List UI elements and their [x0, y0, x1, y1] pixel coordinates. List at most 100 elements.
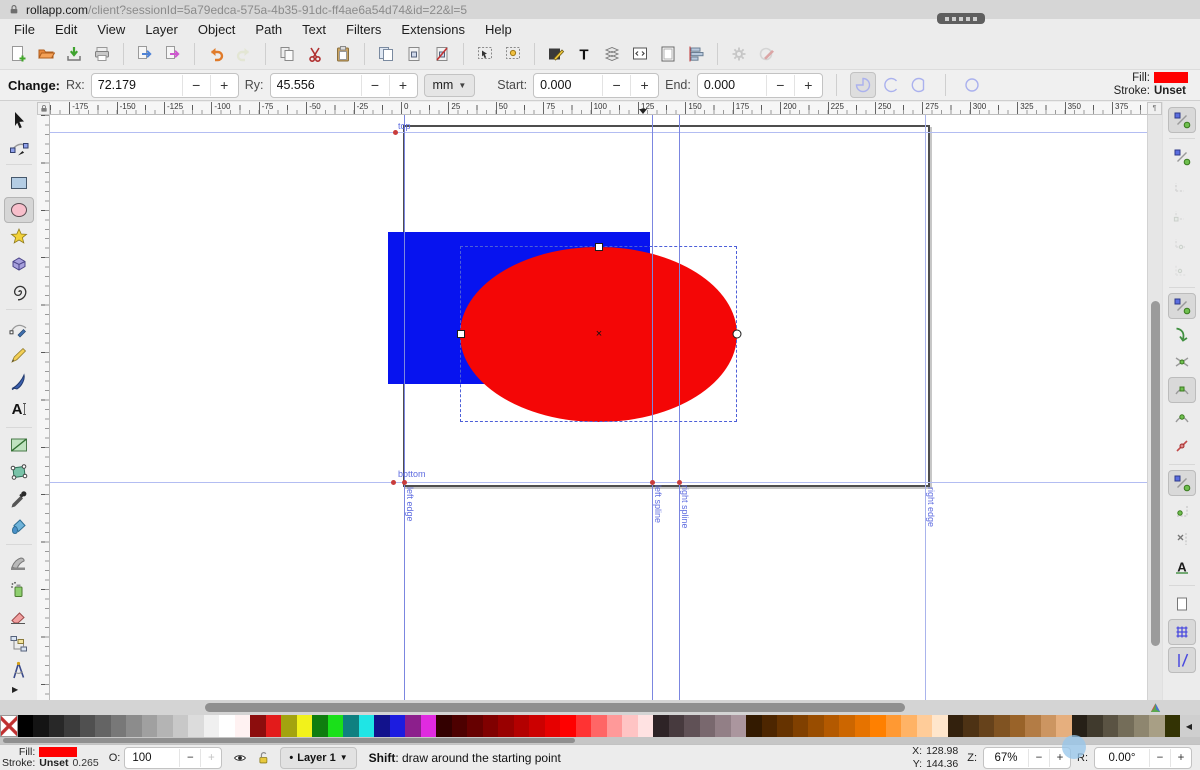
- ellipse-top-handle[interactable]: [595, 243, 603, 251]
- star-tool[interactable]: [4, 225, 34, 250]
- palette-swatch[interactable]: [250, 715, 266, 737]
- snap-bbox-edge-midpoints-button[interactable]: [1168, 228, 1196, 254]
- palette-swatch[interactable]: [421, 715, 437, 737]
- palette-swatch[interactable]: [1149, 715, 1165, 737]
- palette-swatch[interactable]: [1010, 715, 1026, 737]
- palette-swatch[interactable]: [994, 715, 1010, 737]
- clone-button[interactable]: [401, 41, 427, 67]
- palette-swatch[interactable]: [173, 715, 189, 737]
- guide-right-edge[interactable]: [925, 115, 926, 700]
- dropper-tool[interactable]: [4, 487, 34, 512]
- mesh-gradient-tool[interactable]: [4, 460, 34, 485]
- scrollbar-corner-button[interactable]: ¶: [1147, 102, 1162, 115]
- vertical-scrollbar[interactable]: [1147, 115, 1162, 700]
- palette-swatch[interactable]: [95, 715, 111, 737]
- palette-swatch[interactable]: [777, 715, 793, 737]
- palette-swatch[interactable]: [653, 715, 669, 737]
- ry-input[interactable]: [271, 78, 361, 92]
- cut-button[interactable]: [302, 41, 328, 67]
- measure-tool[interactable]: [4, 659, 34, 684]
- palette-swatch[interactable]: [963, 715, 979, 737]
- fill-stroke-dialog-button[interactable]: [543, 41, 569, 67]
- palette-swatch[interactable]: [560, 715, 576, 737]
- palette-swatch[interactable]: [126, 715, 142, 737]
- palette-swatch[interactable]: [591, 715, 607, 737]
- end-input[interactable]: [698, 78, 766, 92]
- palette-swatch[interactable]: [49, 715, 65, 737]
- export-button[interactable]: [160, 41, 186, 67]
- rx-input[interactable]: [92, 78, 182, 92]
- palette-swatch[interactable]: [219, 715, 235, 737]
- palette-swatch[interactable]: [1118, 715, 1134, 737]
- snap-bbox-edges-button[interactable]: [1168, 172, 1196, 198]
- color-management-icon[interactable]: [1148, 701, 1162, 714]
- palette-swatch[interactable]: [359, 715, 375, 737]
- palette-swatch[interactable]: [80, 715, 96, 737]
- rect-tool[interactable]: [4, 170, 34, 195]
- calligraphy-tool[interactable]: [4, 369, 34, 394]
- layer-lock-icon[interactable]: [256, 750, 270, 765]
- snap-page-border-button[interactable]: [1168, 591, 1196, 617]
- palette-swatch[interactable]: [917, 715, 933, 737]
- zoom-selection-button[interactable]: [472, 41, 498, 67]
- palette-swatch[interactable]: [64, 715, 80, 737]
- guide-left-edge[interactable]: [404, 115, 405, 700]
- palette-swatch[interactable]: [514, 715, 530, 737]
- duplicate-button[interactable]: [373, 41, 399, 67]
- node-tool[interactable]: [4, 134, 34, 159]
- snap-grids-button[interactable]: [1168, 619, 1196, 645]
- snap-path-intersections-button[interactable]: [1168, 349, 1196, 375]
- palette-swatch[interactable]: [483, 715, 499, 737]
- ellipse-arc-mode[interactable]: [878, 72, 904, 98]
- spiral-tool[interactable]: [4, 279, 34, 304]
- palette-swatch[interactable]: [467, 715, 483, 737]
- palette-swatch[interactable]: [1072, 715, 1088, 737]
- palette-swatch[interactable]: [204, 715, 220, 737]
- palette-swatch[interactable]: [979, 715, 995, 737]
- unit-dropdown[interactable]: mm ▼: [424, 74, 476, 97]
- paste-button[interactable]: [330, 41, 356, 67]
- palette-swatch[interactable]: [622, 715, 638, 737]
- ellipse-slice-mode[interactable]: [850, 72, 876, 98]
- ellipse-left-handle[interactable]: [457, 330, 465, 338]
- paint-bucket-tool[interactable]: [4, 514, 34, 539]
- palette-swatch[interactable]: [824, 715, 840, 737]
- snap-bbox-corners-button[interactable]: [1168, 200, 1196, 226]
- start-minus-button[interactable]: −: [602, 75, 630, 96]
- xml-editor-button[interactable]: [627, 41, 653, 67]
- copy-button[interactable]: [274, 41, 300, 67]
- current-layer-button[interactable]: •Layer 1 ▼: [280, 747, 356, 769]
- menu-extensions[interactable]: Extensions: [391, 20, 475, 39]
- vertical-ruler[interactable]: [37, 115, 50, 700]
- palette-swatch[interactable]: [1087, 715, 1103, 737]
- guide-lock-toggle[interactable]: [37, 102, 50, 115]
- palette-swatch[interactable]: [607, 715, 623, 737]
- snap-object-centers-button[interactable]: [1168, 498, 1196, 524]
- palette-swatch[interactable]: [235, 715, 251, 737]
- palette-scrollbar-thumb[interactable]: [3, 738, 575, 743]
- opacity-input[interactable]: 100: [125, 752, 179, 764]
- print-button[interactable]: [89, 41, 115, 67]
- palette-swatch[interactable]: [529, 715, 545, 737]
- menu-help[interactable]: Help: [475, 20, 522, 39]
- palette-swatch[interactable]: [343, 715, 359, 737]
- zoom-drawing-button[interactable]: [500, 41, 526, 67]
- spray-tool[interactable]: [4, 577, 34, 602]
- palette-swatch[interactable]: [111, 715, 127, 737]
- palette-swatch[interactable]: [746, 715, 762, 737]
- snap-rotation-centers-button[interactable]: [1168, 526, 1196, 552]
- palette-swatch[interactable]: [312, 715, 328, 737]
- palette-swatch[interactable]: [545, 715, 561, 737]
- save-document-button[interactable]: [61, 41, 87, 67]
- layer-visibility-icon[interactable]: [232, 751, 248, 765]
- palette-scroll-arrow[interactable]: ◀: [1180, 715, 1198, 737]
- snap-text-baseline-button[interactable]: A: [1168, 554, 1196, 580]
- snap-bbox-centers-button[interactable]: [1168, 256, 1196, 282]
- snap-guides-button[interactable]: [1168, 647, 1196, 673]
- palette-swatch[interactable]: [855, 715, 871, 737]
- gradient-tool[interactable]: [4, 433, 34, 458]
- preferences-button[interactable]: [726, 41, 752, 67]
- palette-swatch[interactable]: [684, 715, 700, 737]
- selector-tool[interactable]: [4, 107, 34, 132]
- snap-paths-button[interactable]: [1168, 321, 1196, 347]
